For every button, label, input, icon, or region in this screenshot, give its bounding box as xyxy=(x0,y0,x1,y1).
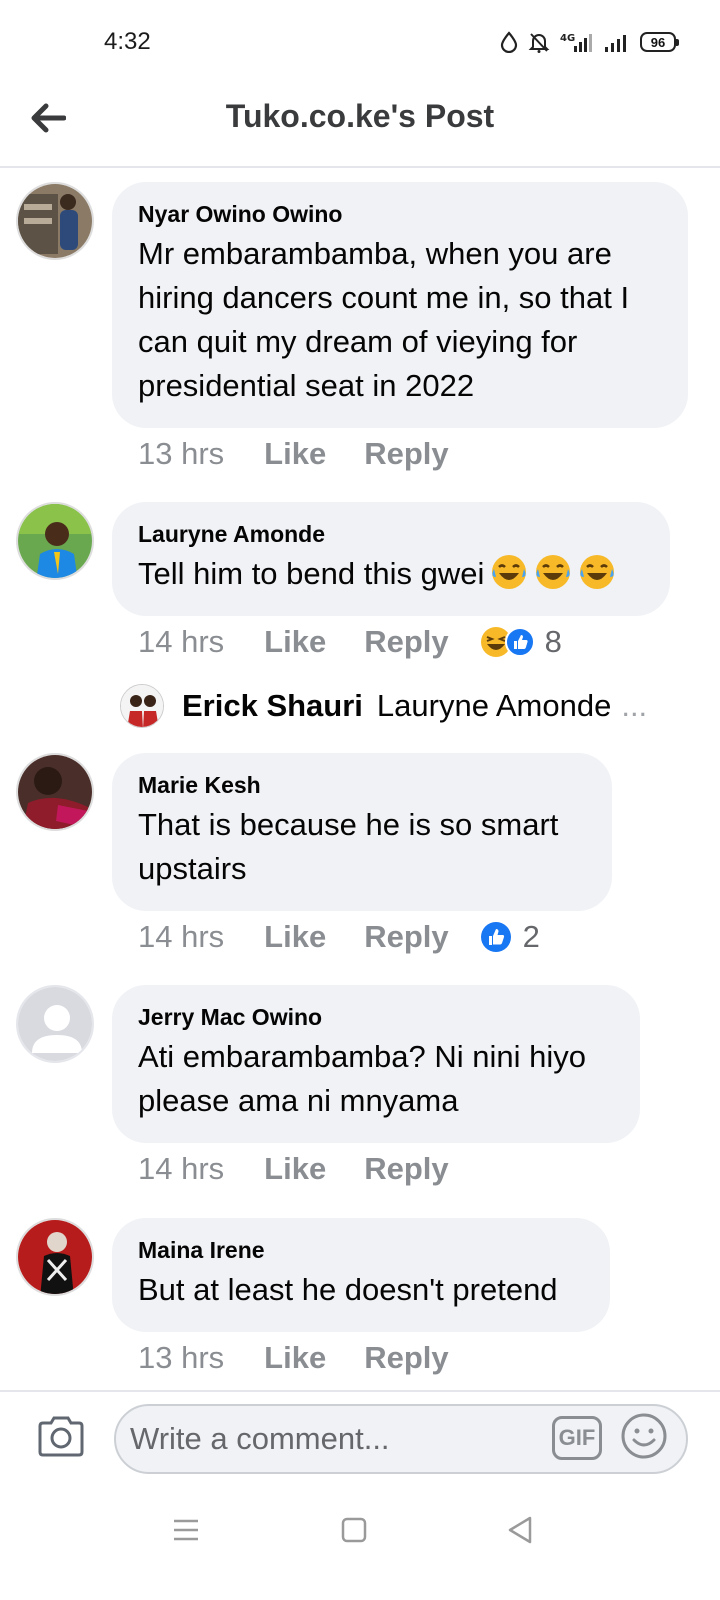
comment-time[interactable]: 14 hrs xyxy=(138,624,224,660)
reply-button[interactable]: Reply xyxy=(364,1340,448,1376)
reply-author: Erick Shauri xyxy=(182,688,363,723)
camera-icon xyxy=(38,1416,84,1457)
network-label: 4G xyxy=(560,33,575,44)
tears-of-joy-emoji-icon xyxy=(536,555,571,589)
emoji-button[interactable] xyxy=(620,1412,668,1460)
comment-bubble: Nyar Owino Owino Mr embarambamba, when y… xyxy=(112,182,688,428)
comment-input-placeholder: Write a comment... xyxy=(130,1421,390,1456)
comment-actions: 13 hrs Like Reply xyxy=(138,436,487,472)
comment-time[interactable]: 13 hrs xyxy=(138,1340,224,1376)
back-nav-button[interactable] xyxy=(502,1512,538,1548)
reaction-count: 8 xyxy=(544,624,562,659)
reactions-summary[interactable]: 2 xyxy=(479,919,540,955)
comment-bubble: Maina Irene But at least he doesn't pret… xyxy=(112,1218,610,1332)
reply-button[interactable]: Reply xyxy=(364,919,448,955)
smiley-icon xyxy=(621,1413,667,1459)
signal-4g-icon: 4G xyxy=(560,33,592,52)
camera-button[interactable] xyxy=(36,1414,86,1460)
comment-text: Ati embarambamba? Ni nini hiyo please am… xyxy=(138,1039,586,1118)
comment-author[interactable]: Nyar Owino Owino xyxy=(138,200,662,228)
tears-of-joy-emoji-icon xyxy=(492,555,527,589)
page-title: Tuko.co.ke's Post xyxy=(225,98,495,134)
avatar[interactable] xyxy=(16,1218,94,1296)
home-nav-button[interactable] xyxy=(336,1512,372,1548)
comment-actions: 13 hrs Like Reply xyxy=(138,1340,487,1376)
avatar[interactable] xyxy=(16,753,94,831)
status-time: 4:32 xyxy=(104,28,151,55)
default-profile-icon xyxy=(18,987,92,1061)
like-button[interactable]: Like xyxy=(264,1340,326,1376)
status-icons: 4G 96 xyxy=(500,30,679,54)
battery-level: 96 xyxy=(650,34,666,50)
comment-text: That is because he is so smart upstairs xyxy=(138,807,559,886)
comment-text: But at least he doesn't pretend xyxy=(138,1272,558,1307)
avatar[interactable] xyxy=(16,985,94,1063)
avatar[interactable] xyxy=(16,182,94,260)
avatar[interactable] xyxy=(16,502,94,580)
comment-text: Mr embarambamba, when you are hiring dan… xyxy=(138,236,630,403)
menu-nav-button[interactable] xyxy=(168,1512,204,1548)
back-triangle-icon xyxy=(508,1516,532,1544)
comment-text: Tell him to bend this gwei xyxy=(138,556,485,591)
like-button[interactable]: Like xyxy=(264,624,326,660)
signal-bars-icon xyxy=(605,35,626,52)
comment-author[interactable]: Lauryne Amonde xyxy=(138,520,644,548)
comment-bubble: Lauryne Amonde Tell him to bend this gwe… xyxy=(112,502,670,616)
menu-icon xyxy=(174,1519,198,1541)
reply-snippet: Lauryne Amonde xyxy=(376,688,612,723)
reactions-summary[interactable]: 8 xyxy=(479,624,562,660)
reaction-count: 2 xyxy=(522,919,540,954)
like-button[interactable]: Like xyxy=(264,919,326,955)
post-header: Tuko.co.ke's Post xyxy=(0,90,720,168)
battery-icon: 96 xyxy=(640,32,679,52)
reply-ellipsis: ... xyxy=(621,688,648,723)
comment-author[interactable]: Marie Kesh xyxy=(138,771,586,799)
comment-bubble: Marie Kesh That is because he is so smar… xyxy=(112,753,612,911)
tears-of-joy-emoji-icon xyxy=(580,555,615,589)
comment-composer: Write a comment... GIF xyxy=(0,1390,720,1486)
like-button[interactable]: Like xyxy=(264,1151,326,1187)
reply-button[interactable]: Reply xyxy=(364,436,448,472)
comment-author[interactable]: Maina Irene xyxy=(138,1236,584,1264)
reply-button[interactable]: Reply xyxy=(364,624,448,660)
like-reaction-icon xyxy=(504,627,535,657)
comment-author[interactable]: Jerry Mac Owino xyxy=(138,1003,614,1031)
like-button[interactable]: Like xyxy=(264,436,326,472)
comment-bubble: Jerry Mac Owino Ati embarambamba? Ni nin… xyxy=(112,985,640,1143)
reply-thread-preview[interactable]: Erick Shauri Lauryne Amonde ... xyxy=(120,684,647,728)
status-bar: 4:32 4G 96 xyxy=(0,0,720,90)
comment-actions: 14 hrs Like Reply 2 xyxy=(138,919,540,955)
comment-time[interactable]: 13 hrs xyxy=(138,436,224,472)
home-square-icon xyxy=(341,1517,367,1543)
comment-time[interactable]: 14 hrs xyxy=(138,1151,224,1187)
like-reaction-icon xyxy=(480,922,511,952)
reply-button[interactable]: Reply xyxy=(364,1151,448,1187)
system-nav-bar xyxy=(0,1490,720,1600)
comment-actions: 14 hrs Like Reply 8 xyxy=(138,624,562,660)
comment-time[interactable]: 14 hrs xyxy=(138,919,224,955)
comment-text-row: Tell him to bend this gwei xyxy=(138,552,644,596)
mute-bell-icon xyxy=(528,33,550,53)
reply-avatar xyxy=(120,684,164,728)
comment-actions: 14 hrs Like Reply xyxy=(138,1151,487,1187)
data-saver-icon xyxy=(500,31,518,53)
gif-button[interactable]: GIF xyxy=(552,1416,602,1460)
